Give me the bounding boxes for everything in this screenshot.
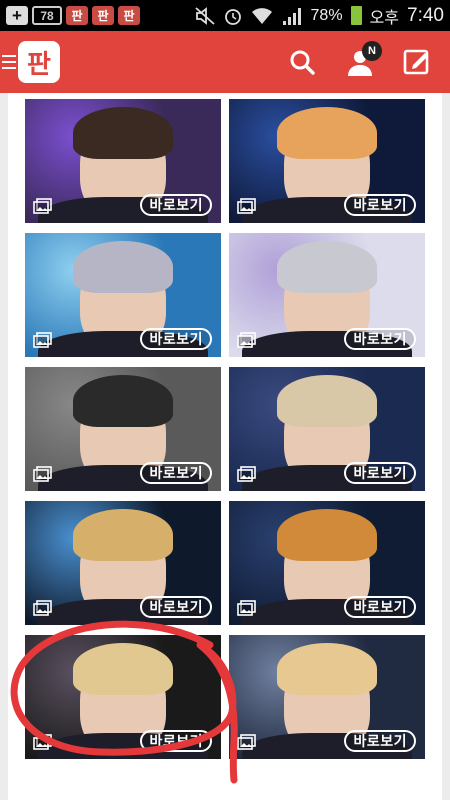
portrait-hair bbox=[73, 509, 173, 561]
view-button[interactable]: 바로보기 bbox=[140, 194, 212, 216]
wifi-icon bbox=[251, 7, 272, 24]
photo-grid: 바로보기 바로보기 바로보기 바로보기 바로보기 바로보기 바로보기 바로보기 바로보기 바로보기 bbox=[25, 99, 425, 759]
gallery-icon bbox=[33, 332, 52, 348]
gallery-card[interactable]: 바로보기 bbox=[25, 635, 221, 759]
pann-notification-icon: 판 bbox=[92, 6, 114, 25]
view-button[interactable]: 바로보기 bbox=[140, 328, 212, 350]
add-notification-icon: + bbox=[6, 6, 28, 25]
gallery-icon bbox=[33, 600, 52, 616]
pann-notification-icon: 판 bbox=[118, 6, 140, 25]
gallery-card[interactable]: 바로보기 bbox=[229, 233, 425, 357]
gallery-panel: 바로보기 바로보기 바로보기 바로보기 바로보기 바로보기 바로보기 바로보기 바로보기 바로보기 bbox=[8, 93, 442, 800]
view-button[interactable]: 바로보기 bbox=[140, 596, 212, 618]
gallery-icon bbox=[237, 600, 256, 616]
gallery-icon bbox=[33, 198, 52, 214]
search-button[interactable] bbox=[284, 44, 320, 80]
gallery-icon bbox=[33, 466, 52, 482]
gallery-card[interactable]: 바로보기 bbox=[229, 99, 425, 223]
gallery-card[interactable]: 바로보기 bbox=[229, 501, 425, 625]
portrait-hair bbox=[73, 107, 173, 159]
message-count-badge: 78 bbox=[32, 6, 62, 25]
battery-percent: 78% bbox=[310, 6, 343, 24]
portrait-hair bbox=[73, 643, 173, 695]
write-button[interactable] bbox=[400, 44, 436, 80]
search-icon bbox=[290, 50, 315, 75]
view-button[interactable]: 바로보기 bbox=[344, 730, 416, 752]
app-bar: 판 N bbox=[0, 31, 450, 93]
pann-notification-icon: 판 bbox=[66, 6, 88, 25]
portrait-hair bbox=[277, 241, 377, 293]
portrait-hair bbox=[277, 375, 377, 427]
notification-badge: N bbox=[362, 41, 382, 61]
gallery-card[interactable]: 바로보기 bbox=[25, 501, 221, 625]
status-bar: + 78 판 판 판 78% 오후 7:40 bbox=[0, 0, 450, 31]
portrait-hair bbox=[73, 375, 173, 427]
gallery-card[interactable]: 바로보기 bbox=[25, 367, 221, 491]
view-button[interactable]: 바로보기 bbox=[344, 596, 416, 618]
signal-icon bbox=[282, 7, 301, 25]
view-button[interactable]: 바로보기 bbox=[344, 328, 416, 350]
write-icon bbox=[403, 49, 429, 75]
gallery-icon bbox=[237, 198, 256, 214]
view-button[interactable]: 바로보기 bbox=[344, 462, 416, 484]
view-button[interactable]: 바로보기 bbox=[344, 194, 416, 216]
gallery-card[interactable]: 바로보기 bbox=[25, 233, 221, 357]
gallery-icon bbox=[237, 734, 256, 750]
portrait-hair bbox=[277, 509, 377, 561]
portrait-hair bbox=[277, 107, 377, 159]
clock-time: 7:40 bbox=[407, 4, 444, 26]
battery-icon bbox=[350, 6, 362, 25]
app-logo[interactable]: 판 bbox=[18, 41, 60, 83]
menu-icon[interactable] bbox=[2, 55, 16, 69]
gallery-icon bbox=[33, 734, 52, 750]
gallery-card[interactable]: 바로보기 bbox=[229, 635, 425, 759]
gallery-icon bbox=[237, 332, 256, 348]
view-button[interactable]: 바로보기 bbox=[140, 730, 212, 752]
gallery-card[interactable]: 바로보기 bbox=[229, 367, 425, 491]
gallery-card[interactable]: 바로보기 bbox=[25, 99, 221, 223]
portrait-hair bbox=[73, 241, 173, 293]
profile-button[interactable]: N bbox=[342, 41, 382, 80]
mute-icon bbox=[194, 6, 215, 25]
alarm-icon bbox=[224, 8, 241, 25]
gallery-icon bbox=[237, 466, 256, 482]
view-button[interactable]: 바로보기 bbox=[140, 462, 212, 484]
time-ampm: 오후 bbox=[369, 9, 400, 27]
portrait-hair bbox=[277, 643, 377, 695]
